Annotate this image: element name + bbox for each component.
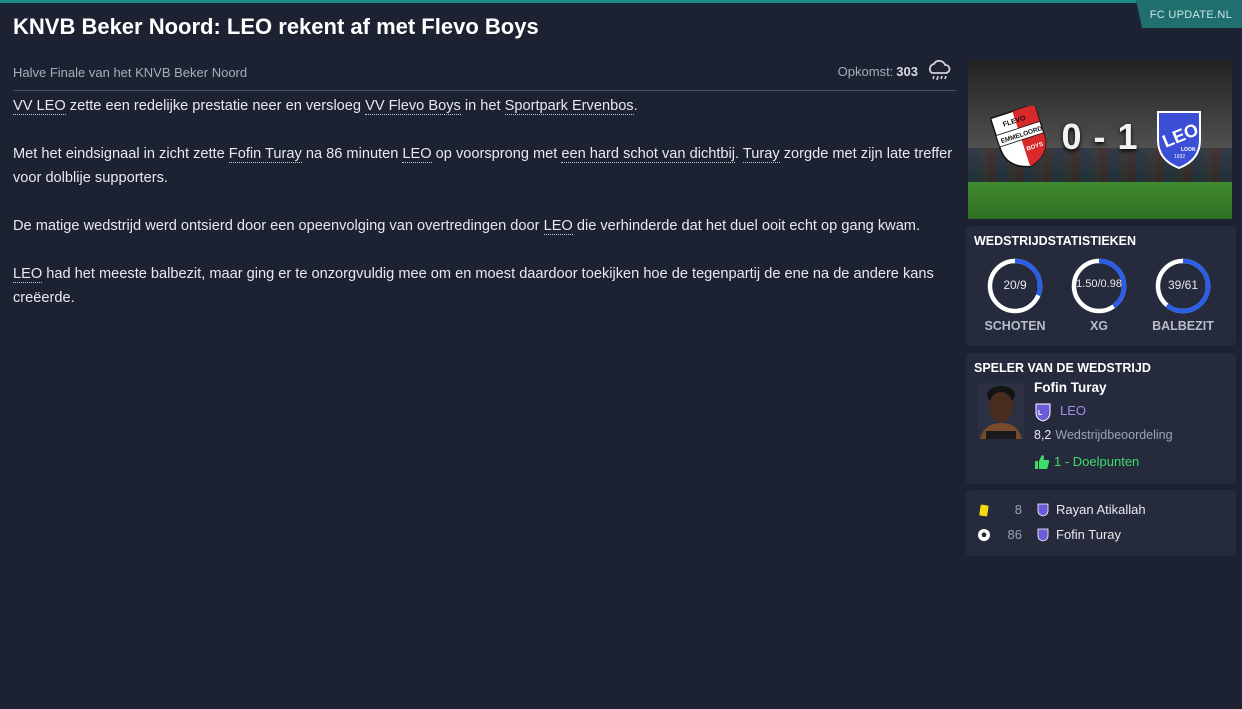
stat-label: BALBEZIT <box>1152 319 1214 333</box>
source-tag[interactable]: FC UPDATE.NL <box>1136 0 1242 28</box>
event-player-link[interactable]: Fofin Turay <box>1056 527 1121 542</box>
player-rating: 8,2 Wedstrijdbeoordeling <box>1034 428 1173 442</box>
attendance-value: 303 <box>896 64 918 79</box>
stat-xg[interactable]: 1.50/0.98 XG <box>1059 256 1139 333</box>
article-text: had het meeste balbezit, maar ging er te… <box>13 266 934 306</box>
event-player-link[interactable]: Rayan Atikallah <box>1056 502 1146 517</box>
club-link[interactable]: LEO <box>13 266 43 283</box>
club-crest-icon <box>1037 503 1049 517</box>
rating-value: 8,2 <box>1034 428 1052 442</box>
player-club-link[interactable]: LEO <box>1060 403 1086 418</box>
event-row[interactable]: 8 Rayan Atikallah <box>966 499 1236 521</box>
club-link[interactable]: VV Flevo Boys <box>365 98 461 115</box>
football-icon <box>978 529 990 541</box>
rain-cloud-icon <box>929 59 951 81</box>
player-link[interactable]: Turay <box>742 146 780 163</box>
player-of-match-title: SPELER VAN DE WEDSTRIJD <box>974 361 1151 375</box>
event-minute: 86 <box>1007 527 1022 542</box>
article-paragraph: LEO had het meeste balbezit, maar ging e… <box>13 262 958 310</box>
top-accent-line <box>0 0 1242 3</box>
player-goals: 1 - Doelpunten <box>1054 454 1140 469</box>
stat-possession[interactable]: 39/61 BALBEZIT <box>1143 256 1223 333</box>
article-text: . <box>735 146 743 162</box>
article-text: De matige wedstrijd werd ontsierd door e… <box>13 218 544 234</box>
away-crest-bottom-text: LOON <box>1181 147 1196 153</box>
club-crest-icon: L <box>1035 403 1051 422</box>
match-events-panel: 8 Rayan Atikallah 86 Fofin Turay <box>966 490 1236 556</box>
club-crest-icon <box>1037 528 1049 542</box>
pitch <box>968 182 1232 219</box>
article-text: die verhinderde dat het duel ooit echt o… <box>572 218 921 234</box>
player-of-match-panel: SPELER VAN DE WEDSTRIJD Fofin Turay L LE… <box>966 353 1236 484</box>
away-crest-icon[interactable]: LEO LOON 1932 <box>1152 106 1206 170</box>
article-paragraph: Met het eindsignaal in zicht zette Fofin… <box>13 142 958 190</box>
club-link[interactable]: LEO <box>543 218 573 235</box>
article-paragraph: VV LEO zette een redelijke prestatie nee… <box>13 94 958 118</box>
attendance: Opkomst: 303 <box>838 64 918 79</box>
stat-shots[interactable]: 20/9 SCHOTEN <box>975 256 1055 333</box>
player-avatar[interactable] <box>978 383 1024 439</box>
page-title: KNVB Beker Noord: LEO rekent af met Flev… <box>13 14 539 39</box>
rating-label: Wedstrijdbeoordeling <box>1055 428 1173 442</box>
match-stats-title: WEDSTRIJDSTATISTIEKEN <box>974 234 1137 248</box>
stat-label: XG <box>1089 319 1109 333</box>
away-crest-year: 1932 <box>1174 154 1185 160</box>
player-link[interactable]: Fofin Turay <box>228 146 302 163</box>
article-text: na 86 minuten <box>301 146 403 162</box>
goal-link[interactable]: een hard schot van dichtbij <box>561 146 736 163</box>
article-text: in het <box>460 98 505 114</box>
stat-value: 1.50/0.98 <box>1076 278 1122 290</box>
thumbs-up-icon <box>1035 455 1050 469</box>
article-body: VV LEO zette een redelijke prestatie nee… <box>13 94 958 334</box>
club-link[interactable]: LEO <box>402 146 432 163</box>
article-text: zette een redelijke prestatie neer en ve… <box>65 98 366 114</box>
event-row[interactable]: 86 Fofin Turay <box>966 524 1236 546</box>
club-link[interactable]: VV LEO <box>13 98 66 115</box>
yellow-card-icon <box>979 504 989 517</box>
stat-value: 39/61 <box>1167 278 1199 292</box>
article-paragraph: De matige wedstrijd werd ontsierd door e… <box>13 214 958 238</box>
match-score-card[interactable]: FLEVO EMMELOORD BOYS 0 - 1 LEO LOON 1932 <box>968 60 1232 219</box>
stat-label: SCHOTEN <box>984 319 1046 333</box>
attendance-label: Opkomst: <box>837 64 894 79</box>
article-text: Met het eindsignaal in zicht zette <box>13 146 229 162</box>
competition-subtitle: Halve Finale van het KNVB Beker Noord <box>13 65 248 80</box>
stadium-link[interactable]: Sportpark Ervenbos <box>504 98 634 115</box>
match-stats-panel: WEDSTRIJDSTATISTIEKEN 20/9 SCHOTEN 1.50/… <box>966 226 1236 346</box>
event-minute: 8 <box>1014 502 1022 517</box>
svg-text:L: L <box>1038 410 1043 417</box>
player-name[interactable]: Fofin Turay <box>1034 380 1107 395</box>
article-text: . <box>633 98 638 114</box>
stat-value: 20/9 <box>1003 278 1027 292</box>
article-text: op voorsprong met <box>431 146 562 162</box>
article-subheader: Halve Finale van het KNVB Beker Noord Op… <box>13 59 956 91</box>
